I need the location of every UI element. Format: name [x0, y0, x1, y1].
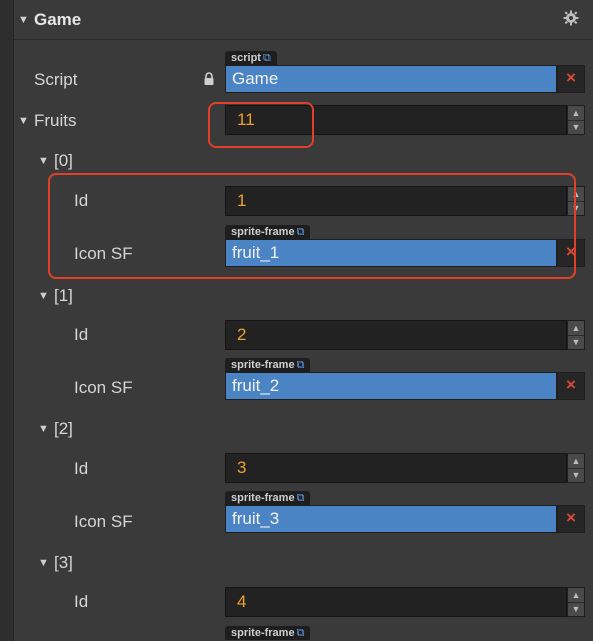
highlight-item-0 — [48, 173, 576, 279]
stepper-up-icon[interactable]: ▲ — [568, 106, 584, 121]
item-3-type-tag: sprite-frame ⧉ — [225, 626, 311, 640]
item-3-index: [3] — [54, 553, 73, 572]
item-1-id-label: Id — [74, 325, 89, 344]
script-type-tag: script ⧉ — [225, 51, 277, 65]
item-3-id-input[interactable]: 4 — [225, 587, 567, 617]
item-1-id-stepper[interactable]: ▲ ▼ — [567, 320, 585, 350]
external-link-icon[interactable]: ⧉ — [297, 627, 305, 639]
item-2-remove-button[interactable]: × — [557, 505, 585, 533]
component-title: Game — [34, 10, 82, 29]
external-link-icon[interactable]: ⧉ — [263, 52, 271, 64]
item-1-id-input[interactable]: 2 — [225, 320, 567, 350]
item-1-icon-label: Icon SF — [74, 378, 133, 397]
item-1-icon-field[interactable]: fruit_2 — [225, 372, 557, 400]
script-field[interactable]: Game — [225, 65, 557, 93]
item-2-collapse-icon[interactable]: ▼ — [38, 423, 49, 435]
stepper-up-icon[interactable]: ▲ — [568, 454, 584, 469]
stepper-down-icon[interactable]: ▼ — [568, 120, 584, 134]
fruits-collapse-icon[interactable]: ▼ — [18, 115, 29, 127]
item-2-index: [2] — [54, 419, 73, 438]
item-2-id-label: Id — [74, 459, 89, 478]
item-2-icon-field[interactable]: fruit_3 — [225, 505, 557, 533]
remove-script-button[interactable]: × — [557, 65, 585, 93]
item-1-index: [1] — [54, 286, 73, 305]
header-divider — [14, 39, 593, 40]
stepper-up-icon[interactable]: ▲ — [568, 588, 584, 603]
item-2-type-tag: sprite-frame ⧉ — [225, 491, 311, 505]
stepper-down-icon[interactable]: ▼ — [568, 602, 584, 616]
highlight-count — [208, 102, 314, 148]
item-3-id-stepper[interactable]: ▲ ▼ — [567, 587, 585, 617]
item-0-index: [0] — [54, 151, 73, 170]
item-2-id-stepper[interactable]: ▲ ▼ — [567, 453, 585, 483]
item-1-type-tag: sprite-frame ⧉ — [225, 358, 311, 372]
external-link-icon[interactable]: ⧉ — [297, 359, 305, 371]
item-0-collapse-icon[interactable]: ▼ — [38, 155, 49, 167]
script-label: Script — [34, 70, 78, 89]
stepper-up-icon[interactable]: ▲ — [568, 321, 584, 336]
gear-icon[interactable] — [563, 10, 579, 26]
item-1-remove-button[interactable]: × — [557, 372, 585, 400]
item-2-id-input[interactable]: 3 — [225, 453, 567, 483]
fruits-label: Fruits — [34, 111, 77, 130]
item-3-collapse-icon[interactable]: ▼ — [38, 557, 49, 569]
item-1-collapse-icon[interactable]: ▼ — [38, 290, 49, 302]
stepper-down-icon[interactable]: ▼ — [568, 335, 584, 349]
component-header[interactable]: ▼ Game — [14, 0, 593, 40]
left-dock-edge — [0, 0, 14, 641]
external-link-icon[interactable]: ⧉ — [297, 492, 305, 504]
collapse-triangle-icon[interactable]: ▼ — [18, 14, 29, 26]
lock-icon — [204, 72, 214, 85]
item-2-icon-label: Icon SF — [74, 512, 133, 531]
inspector-panel: ▼ Game Script script ⧉ Game × ▼ Fruits 11… — [14, 0, 593, 641]
fruits-count-stepper[interactable]: ▲ ▼ — [567, 105, 585, 135]
item-3-id-label: Id — [74, 592, 89, 611]
stepper-down-icon[interactable]: ▼ — [568, 468, 584, 482]
